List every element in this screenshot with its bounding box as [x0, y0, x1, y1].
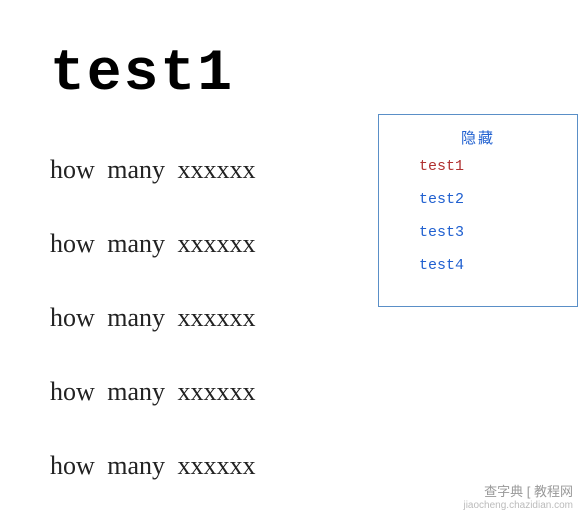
toc-item-test1[interactable]: test1 — [419, 158, 577, 175]
toc-item-test4[interactable]: test4 — [419, 257, 577, 274]
toc-item-test3[interactable]: test3 — [419, 224, 577, 241]
content-line: how many xxxxxx — [50, 377, 581, 407]
toc-panel: 隐藏 test1 test2 test3 test4 — [378, 114, 578, 307]
toc-list: test1 test2 test3 test4 — [379, 156, 577, 306]
content-line: how many xxxxxx — [50, 303, 581, 333]
watermark: 查字典 [ 教程网 jiaocheng.chazidian.com — [463, 481, 573, 511]
watermark-url: jiaocheng.chazidian.com — [463, 500, 573, 511]
page-title: test1 — [50, 42, 581, 107]
toc-toggle-link[interactable]: 隐藏 — [379, 115, 577, 156]
toc-item-test2[interactable]: test2 — [419, 191, 577, 208]
content-line: how many xxxxxx — [50, 451, 581, 481]
watermark-text: 查字典 [ 教程网 — [463, 481, 573, 500]
